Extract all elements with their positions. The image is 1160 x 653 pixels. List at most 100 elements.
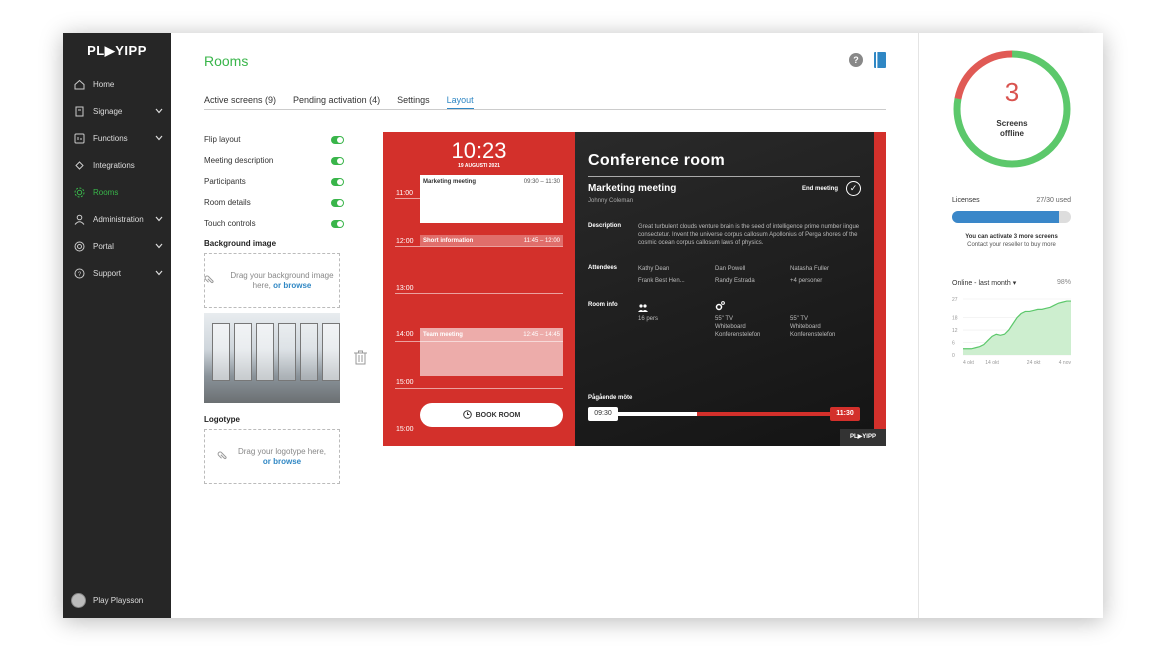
- attendee: Dan Powell: [715, 266, 746, 272]
- tab-layout[interactable]: Layout: [446, 95, 474, 109]
- ongoing-meeting-label: Pågående möte: [588, 395, 633, 401]
- book-icon[interactable]: [874, 52, 886, 73]
- chevron-down-icon[interactable]: [155, 107, 163, 116]
- setting-toggle[interactable]: [331, 198, 344, 207]
- setting-toggle[interactable]: [331, 177, 344, 186]
- background-thumbnail[interactable]: [204, 313, 340, 403]
- licenses-used: 27/30 used: [1036, 197, 1071, 204]
- x-tick-label: 24 okt: [1027, 360, 1041, 366]
- sidebar-item-label: Signage: [93, 107, 123, 116]
- chevron-down-icon[interactable]: [155, 215, 163, 224]
- sidebar-item-administration[interactable]: Administration: [63, 206, 171, 233]
- background-drop-text: Drag your background image here, or brow…: [230, 270, 334, 290]
- offline-count: 3: [1004, 77, 1020, 107]
- book-room-button[interactable]: BOOK ROOM: [420, 403, 563, 427]
- x-tick-label: 4 nov: [1059, 360, 1072, 366]
- clock-time: 10:23: [451, 138, 507, 163]
- preview-edge-strip: [874, 132, 886, 446]
- settings-gear-icon: [715, 298, 725, 316]
- sidebar-item-label: Administration: [93, 215, 144, 224]
- setting-label: Touch controls: [204, 219, 256, 228]
- sidebar-item-label: Rooms: [93, 188, 119, 197]
- online-chart-header[interactable]: Online - last month ▾ 98%: [952, 279, 1071, 287]
- clock-date: 19 AUGUSTI 2021: [458, 163, 500, 169]
- sidebar: PL▶YIPP Home Signage Functions Integrations…: [63, 33, 171, 618]
- sidebar-item-support[interactable]: ? Support: [63, 260, 171, 287]
- sidebar-item-signage[interactable]: Signage: [63, 98, 171, 125]
- app-window: PL▶YIPP Home Signage Functions Integrations…: [63, 33, 1103, 618]
- event-card[interactable]: Short information 11:45 – 12:00: [420, 235, 563, 246]
- user-icon: [73, 214, 85, 226]
- rooms-icon: [73, 187, 85, 199]
- hour-label: 11:00: [396, 190, 413, 197]
- setting-row: Meeting description: [204, 150, 344, 171]
- check-circle-icon[interactable]: ✓: [846, 181, 861, 196]
- sidebar-item-label: Portal: [93, 242, 114, 251]
- sidebar-item-label: Integrations: [93, 161, 135, 170]
- user-name: Play Playsson: [93, 596, 144, 605]
- y-tick-label: 18: [952, 316, 958, 322]
- tab-bar: Active screens (9) Pending activation (4)…: [204, 95, 886, 110]
- room-name: Conference room: [588, 152, 725, 169]
- setting-toggle[interactable]: [331, 219, 344, 228]
- attendee: Frank Best Hen...: [638, 278, 685, 284]
- setting-row: Room details: [204, 192, 344, 213]
- description-text: Great turbulent clouds venture brain is …: [638, 224, 860, 246]
- playipp-logo[interactable]: PL▶YIPP: [63, 43, 171, 59]
- logotype-dropzone[interactable]: Drag your logotype here, or browse: [204, 429, 340, 484]
- signage-icon: [73, 106, 85, 118]
- chevron-down-icon[interactable]: [155, 269, 163, 278]
- meeting-progress-bar: [588, 412, 860, 416]
- trash-icon[interactable]: [354, 350, 367, 370]
- event-card[interactable]: Team meeting 12:45 – 14:45: [420, 328, 563, 376]
- current-meeting: Marketing meeting: [588, 183, 677, 194]
- logotype-heading: Logotype: [204, 415, 240, 424]
- home-icon: [73, 79, 85, 91]
- svg-text:?: ?: [77, 272, 81, 278]
- end-meeting-label: End meeting: [802, 186, 839, 192]
- room-display-preview: 10:23 19 AUGUSTI 2021 11:00 12:00 13:00 …: [383, 132, 886, 446]
- sidebar-item-portal[interactable]: Portal: [63, 233, 171, 260]
- browse-link[interactable]: or browse: [263, 457, 301, 466]
- sidebar-item-label: Support: [93, 269, 122, 278]
- help-icon[interactable]: ?: [849, 53, 863, 67]
- setting-toggle[interactable]: [331, 156, 344, 165]
- sidebar-item-rooms[interactable]: Rooms: [63, 179, 171, 206]
- chevron-down-icon[interactable]: [155, 242, 163, 251]
- preview-logo: PL▶YIPP: [840, 429, 886, 446]
- status-panel: 3 Screens offline Licenses 27/30 used You…: [918, 33, 1103, 618]
- browse-link[interactable]: or browse: [273, 281, 311, 290]
- licenses-note: You can activate 3 more screens Contact y…: [965, 234, 1058, 248]
- x-tick-label: 4 okt: [963, 360, 974, 366]
- sidebar-item-functions[interactable]: Functions: [63, 125, 171, 152]
- room-capacity: 16 pers: [638, 316, 659, 322]
- setting-toggle[interactable]: [331, 135, 344, 144]
- online-percent: 98%: [1056, 279, 1071, 286]
- licenses-bar: [952, 211, 1071, 223]
- room-equipment: 55" TV Whiteboard Konferenstelefon: [790, 316, 836, 338]
- layout-settings: Flip layout Meeting description Participan…: [204, 129, 344, 234]
- setting-label: Participants: [204, 177, 246, 186]
- x-tick-label: 14 okt: [985, 360, 999, 366]
- setting-label: Flip layout: [204, 135, 241, 144]
- background-image-heading: Background image: [204, 239, 277, 248]
- logotype-drop-text: Drag your logotype here, or browse: [237, 446, 327, 466]
- sidebar-item-integrations[interactable]: Integrations: [63, 152, 171, 179]
- user-menu[interactable]: Play Playsson: [71, 593, 143, 608]
- sidebar-item-label: Home: [93, 80, 115, 89]
- online-chart-title[interactable]: Online - last month ▾: [952, 279, 1016, 287]
- chevron-down-icon[interactable]: [155, 134, 163, 143]
- sidebar-nav: Home Signage Functions Integrations Rooms Adm…: [63, 71, 171, 287]
- setting-label: Meeting description: [204, 156, 274, 165]
- avatar: [71, 593, 86, 608]
- sidebar-item-home[interactable]: Home: [63, 71, 171, 98]
- setting-row: Participants: [204, 171, 344, 192]
- tab-settings[interactable]: Settings: [397, 95, 430, 109]
- tab-active-screens[interactable]: Active screens (9): [204, 95, 276, 109]
- portal-icon: [73, 241, 85, 253]
- tab-pending-activation[interactable]: Pending activation (4): [293, 95, 380, 109]
- background-dropzone[interactable]: Drag your background image here, or brow…: [204, 253, 340, 308]
- y-tick-label: 12: [952, 328, 958, 334]
- event-card[interactable]: Marketing meeting 09:30 – 11:30: [420, 175, 563, 223]
- room-info-panel: Conference room Marketing meeting Johnny…: [575, 132, 874, 446]
